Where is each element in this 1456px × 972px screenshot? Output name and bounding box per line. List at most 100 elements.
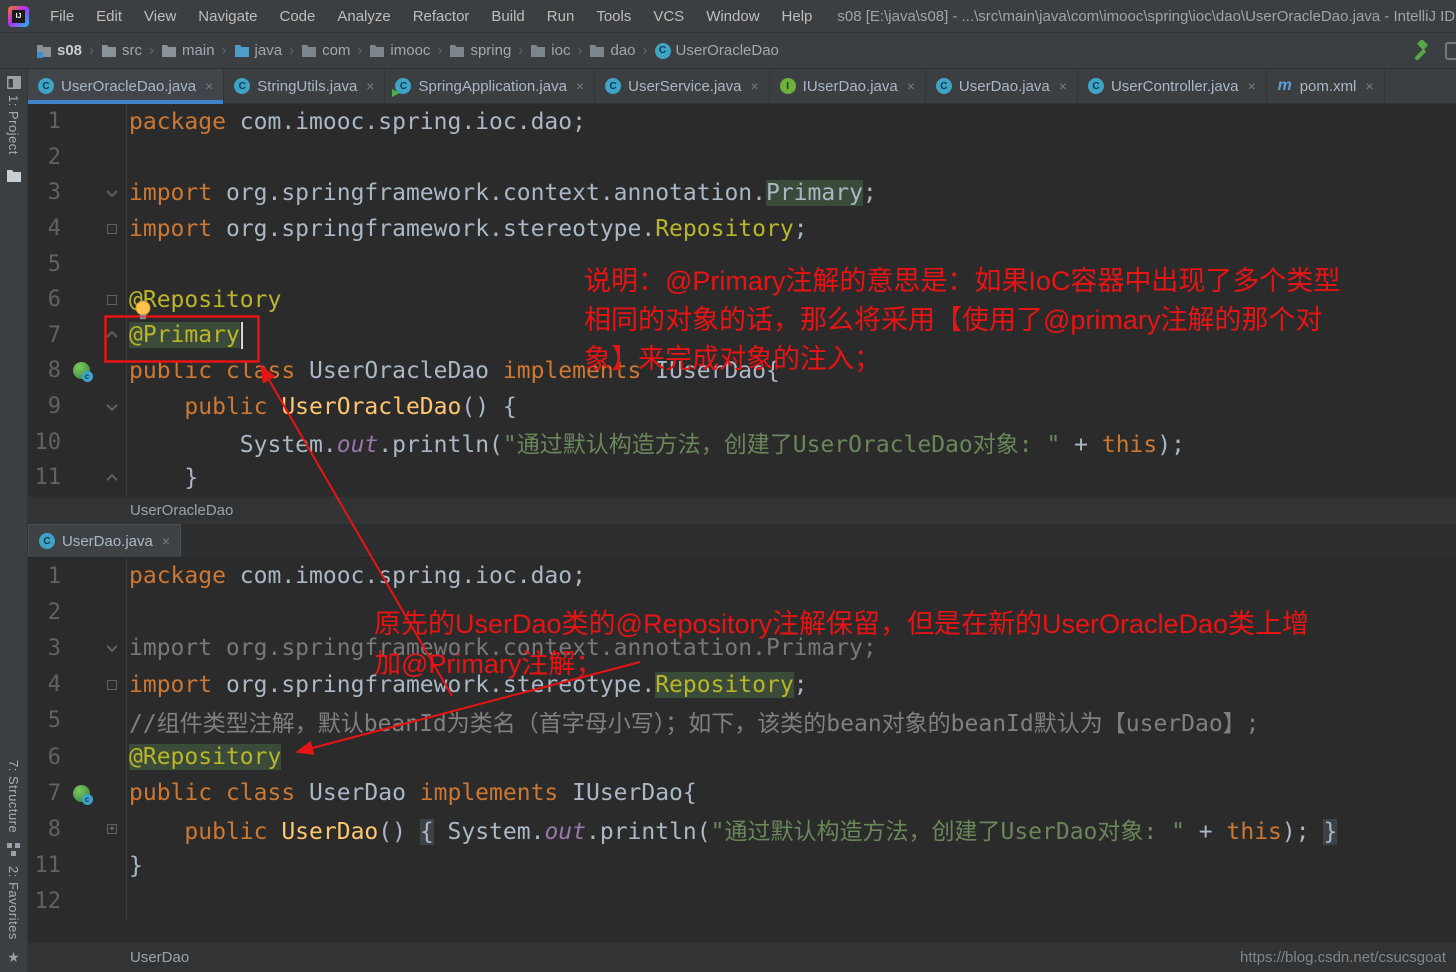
menu-item-code[interactable]: Code (268, 0, 326, 33)
code-text: import org.springframework.context.annot… (127, 179, 1456, 206)
interface-file-icon: I (779, 78, 796, 94)
menu-item-view[interactable]: View (133, 0, 187, 33)
class-gutter-icon[interactable] (72, 784, 93, 805)
editor2-code-area[interactable]: 1 package com.imooc.spring.ioc.dao; 2 3 impo… (28, 558, 1456, 942)
class-gutter-icon[interactable] (72, 362, 93, 383)
code-line: 7 public class UserDao implements IUserDa… (28, 775, 1456, 812)
toolwindow-label-structure[interactable]: 7: Structure (6, 760, 21, 833)
fold-marker-icon[interactable] (107, 294, 117, 305)
fold-marker-zone (98, 104, 127, 140)
intention-bulb-icon[interactable] (134, 300, 152, 320)
line-number: 5 (47, 708, 61, 734)
code-token: System. (129, 432, 337, 459)
line-number: 5 (47, 251, 61, 277)
toolbar-partial-icon[interactable] (1445, 41, 1456, 60)
gutter-icon-zone (64, 784, 98, 805)
folder-icon[interactable] (6, 169, 22, 183)
tab-useroracledao-java[interactable]: C UserOracleDao.java × (28, 69, 225, 104)
code-token: .println( (378, 432, 503, 459)
line-number: 7 (47, 780, 61, 806)
tab-usercontroller-java[interactable]: C UserController.java × (1078, 69, 1267, 103)
tab-close-icon[interactable]: × (162, 533, 170, 549)
code-text: public UserOracleDao() { (127, 394, 1456, 420)
tab-close-icon[interactable]: × (1059, 78, 1067, 94)
fold-marker-icon[interactable] (107, 223, 117, 234)
toolwindow-button-project[interactable]: 1: Project (6, 76, 21, 155)
editor1-code-area[interactable]: 1 package com.imooc.spring.ioc.dao; 2 3 impo… (28, 104, 1456, 496)
breadcrumb-item-useroracledao[interactable]: C UserOracleDao (652, 40, 782, 61)
folder-icon (161, 43, 177, 59)
code-text: //组件类型注解，默认beanId为类名（首字母小写）；如下，该类的bean对象… (127, 704, 1456, 738)
menu-item-refactor[interactable]: Refactor (402, 0, 481, 33)
breadcrumb-item-spring[interactable]: spring (446, 40, 514, 61)
breadcrumb-item-com[interactable]: com (298, 40, 353, 61)
tab-springapplication-java[interactable]: C SpringApplication.java × (385, 69, 596, 103)
code-line: 2 (28, 594, 1456, 631)
menu-item-file[interactable]: File (39, 0, 85, 33)
tab-stringutils-java[interactable]: C StringUtils.java × (224, 69, 386, 103)
fold-expand-icon[interactable]: + (107, 824, 117, 835)
breadcrumb-item-imooc[interactable]: imooc (366, 40, 433, 61)
tab-iuserdao-java[interactable]: I IUserDao.java × (770, 69, 926, 103)
breadcrumb-item-dao[interactable]: dao (586, 40, 638, 61)
code-token: //组件类型注解，默认beanId为类名（首字母小写）；如下，该类的bean对象… (129, 710, 1260, 737)
navbar-right-actions (1409, 39, 1456, 62)
breadcrumb-item-java[interactable]: java (231, 40, 286, 61)
breadcrumb-item-main[interactable]: main (158, 40, 218, 61)
breadcrumb-item-src[interactable]: src (98, 40, 145, 61)
class-file-icon: C (234, 78, 251, 94)
tab-close-icon[interactable]: × (1248, 78, 1256, 94)
menu-item-window[interactable]: Window (695, 0, 770, 33)
fold-down-icon[interactable] (106, 399, 118, 411)
menu-item-navigate[interactable]: Navigate (187, 0, 268, 33)
line-number: 11 (34, 465, 62, 491)
breadcrumb-label: UserOracleDao (675, 42, 779, 59)
class-icon: C (654, 42, 671, 59)
tab-close-icon[interactable]: × (205, 78, 213, 94)
editor1-breadcrumb-item[interactable]: UserOracleDao (130, 502, 233, 519)
package-icon (589, 43, 605, 59)
fold-up-icon[interactable] (106, 473, 118, 485)
fold-down-icon[interactable] (106, 185, 118, 198)
editor2-breadcrumb-item[interactable]: UserDao (130, 949, 189, 966)
tab-close-icon[interactable]: × (576, 78, 584, 94)
tab-close-icon[interactable]: × (907, 78, 915, 94)
tab-pom-xml[interactable]: m pom.xml × (1267, 69, 1385, 103)
class-file-icon: C (39, 533, 55, 549)
code-line: 10 System.out.println("通过默认构造方法，创建了UserO… (28, 424, 1456, 460)
fold-marker-icon[interactable] (107, 679, 117, 690)
fold-marker-zone (98, 388, 127, 425)
code-token: Primary (765, 179, 863, 206)
menu-item-edit[interactable]: Edit (85, 0, 133, 33)
menu-item-build[interactable]: Build (480, 0, 535, 33)
code-token: Repository (655, 215, 794, 242)
breadcrumb-item-ioc[interactable]: ioc (527, 40, 573, 61)
tab-close-icon[interactable]: × (750, 78, 758, 94)
line-number: 10 (34, 429, 62, 455)
tab-userservice-java[interactable]: C UserService.java × (595, 69, 770, 103)
code-token: public (184, 393, 268, 420)
code-token: this (1101, 432, 1158, 459)
tab-close-icon[interactable]: × (366, 78, 374, 94)
tab-userdao-java[interactable]: C UserDao.java × (28, 524, 182, 557)
menu-item-help[interactable]: Help (771, 0, 824, 33)
tab-close-icon[interactable]: × (1365, 78, 1373, 94)
breadcrumb-item-s08[interactable]: s08 (33, 40, 85, 61)
main-menu: File Edit View Navigate Code Analyze Refactor B… (39, 0, 823, 33)
menu-item-tools[interactable]: Tools (585, 0, 642, 33)
line-number: 11 (34, 853, 62, 879)
menu-item-vcs[interactable]: VCS (642, 0, 695, 33)
fold-up-icon[interactable] (106, 331, 118, 343)
fold-marker-zone (98, 775, 127, 812)
tab-userdao-java[interactable]: C UserDao.java × (926, 69, 1078, 103)
code-token: com.imooc.spring.ioc.dao; (225, 563, 586, 590)
code-line: 4 import org.springframework.stereotype.R… (28, 210, 1456, 247)
tab-label: UserController.java (1110, 77, 1239, 95)
breadcrumb-separator-icon: › (357, 42, 363, 59)
project-icon (6, 76, 21, 89)
build-hammer-icon[interactable] (1409, 39, 1431, 62)
fold-down-icon[interactable] (106, 641, 118, 653)
menu-item-analyze[interactable]: Analyze (326, 0, 401, 33)
toolwindow-label-favorites[interactable]: 2: Favorites (6, 866, 21, 940)
menu-item-run[interactable]: Run (536, 0, 586, 33)
